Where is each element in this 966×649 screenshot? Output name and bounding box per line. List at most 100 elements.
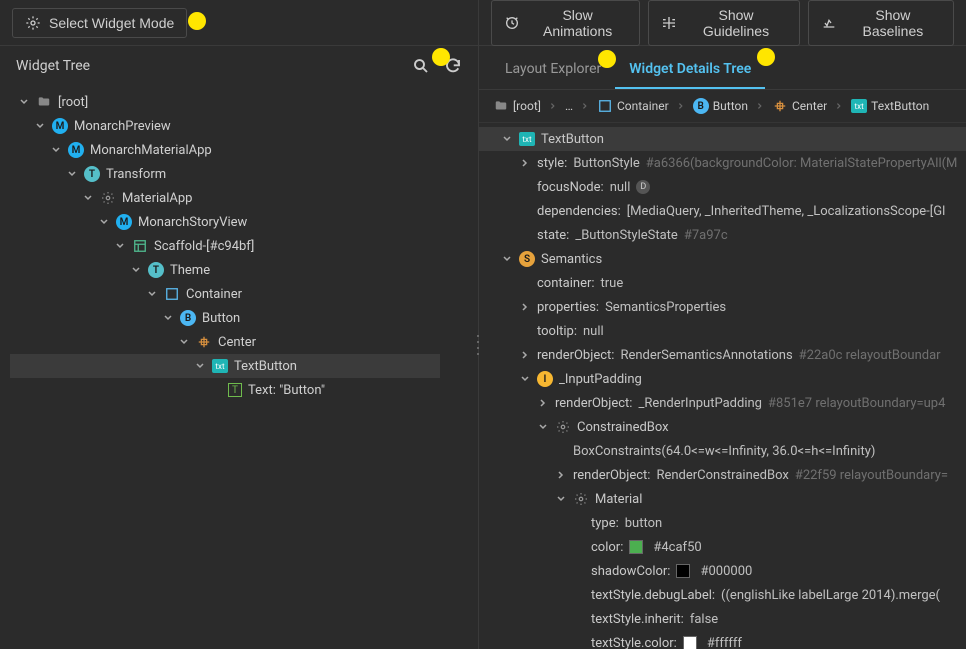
breadcrumb-item[interactable]: … — [561, 97, 577, 115]
breadcrumb-item[interactable]: BButton — [689, 96, 752, 116]
tree-label: Scaffold-[#c94bf] — [154, 239, 254, 254]
chevron-icon[interactable] — [537, 397, 549, 409]
chevron-icon[interactable] — [501, 133, 513, 145]
tree-row[interactable]: TText: "Button" — [10, 378, 478, 402]
detail-value: [MediaQuery, _InheritedTheme, _Localizat… — [627, 204, 946, 219]
chevron-down-icon[interactable] — [50, 144, 62, 156]
search-icon[interactable] — [412, 57, 430, 75]
detail-row[interactable]: SSemantics — [479, 247, 966, 271]
detail-row[interactable]: properties:SemanticsProperties — [479, 295, 966, 319]
tree-row[interactable]: txtTextButton — [10, 354, 440, 378]
detail-value: true — [601, 276, 624, 291]
chevron-icon[interactable] — [519, 349, 531, 361]
detail-row[interactable]: container:true — [479, 271, 966, 295]
detail-muted: #7a97c — [684, 228, 728, 243]
detail-value: SemanticsProperties — [605, 300, 726, 315]
detail-row[interactable]: focusNode:null D — [479, 175, 966, 199]
detail-row[interactable]: style:ButtonStyle#a6366(backgroundColor:… — [479, 151, 966, 175]
toolbar-icon — [661, 15, 677, 31]
detail-row[interactable]: textStyle.inherit:false — [479, 607, 966, 631]
tree-row[interactable]: TTransform — [10, 162, 478, 186]
detail-row[interactable]: BoxConstraints(64.0<=w<=Infinity, 36.0<=… — [479, 439, 966, 463]
chevron-down-icon[interactable] — [178, 336, 190, 348]
gear-icon — [573, 491, 589, 507]
toolbar-button[interactable]: Slow Animations — [491, 0, 640, 46]
tree-row[interactable]: TTheme — [10, 258, 478, 282]
tree-row[interactable]: Center — [10, 330, 478, 354]
detail-value: _RenderInputPadding — [638, 396, 762, 411]
detail-key: dependencies: — [537, 204, 621, 219]
target-icon — [25, 15, 41, 31]
widget-tree[interactable]: [root]MMonarchPreviewMMonarchMaterialApp… — [0, 86, 478, 649]
chevron-down-icon[interactable] — [82, 192, 94, 204]
chevron-down-icon[interactable] — [18, 96, 30, 108]
color-swatch — [676, 564, 690, 578]
tab[interactable]: Layout Explorer — [491, 51, 615, 89]
widget-details-tree[interactable]: txtTextButtonstyle:ButtonStyle#a6366(bac… — [479, 123, 966, 649]
chevron-down-icon[interactable] — [98, 216, 110, 228]
detail-row[interactable]: dependencies: [MediaQuery, _InheritedThem… — [479, 199, 966, 223]
detail-row[interactable]: tooltip:null — [479, 319, 966, 343]
tree-row[interactable]: MMonarchStoryView — [10, 210, 478, 234]
detail-row[interactable]: renderObject:RenderSemanticsAnnotations#… — [479, 343, 966, 367]
detail-row[interactable]: textStyle.color:#ffffff — [479, 631, 966, 649]
container-icon — [597, 98, 613, 114]
detail-row[interactable]: txtTextButton — [479, 127, 966, 151]
widget-badge-icon: M — [52, 118, 68, 134]
toolbar-button[interactable]: Show Baselines — [808, 0, 954, 46]
chevron-icon[interactable] — [555, 469, 567, 481]
chevron-down-icon[interactable] — [130, 264, 142, 276]
detail-row[interactable]: shadowColor:#000000 — [479, 559, 966, 583]
widget-badge-icon: B — [180, 310, 196, 326]
chevron-down-icon[interactable] — [162, 312, 174, 324]
tab[interactable]: Widget Details Tree — [615, 51, 765, 89]
breadcrumb-item[interactable]: Center — [768, 96, 831, 116]
tree-row[interactable]: MMonarchMaterialApp — [10, 138, 478, 162]
detail-row[interactable]: textStyle.debugLabel:((englishLike label… — [479, 583, 966, 607]
toolbar-button[interactable]: Show Guidelines — [648, 0, 800, 46]
detail-value: false — [690, 612, 718, 627]
detail-row[interactable]: renderObject:RenderConstrainedBox#22f59 … — [479, 463, 966, 487]
breadcrumb-item[interactable]: txtTextButton — [847, 97, 933, 115]
detail-label: TextButton — [541, 132, 604, 147]
tree-row[interactable]: Scaffold-[#c94bf] — [10, 234, 478, 258]
toolbar-label: Slow Animations — [528, 7, 627, 39]
select-widget-mode-button[interactable]: Select Widget Mode — [12, 8, 187, 38]
tree-label: Transform — [106, 167, 166, 182]
detail-row[interactable]: state:_ButtonStyleState#7a97c — [479, 223, 966, 247]
detail-key: renderObject: — [537, 348, 614, 363]
tree-row[interactable]: BButton — [10, 306, 478, 330]
chevron-icon[interactable] — [519, 157, 531, 169]
scaffold-icon — [132, 238, 148, 254]
detail-row[interactable]: renderObject:_RenderInputPadding#851e7 r… — [479, 391, 966, 415]
tree-row[interactable]: Container — [10, 282, 478, 306]
detail-row[interactable]: ConstrainedBox — [479, 415, 966, 439]
detail-row[interactable]: type:button — [479, 511, 966, 535]
detail-value: #4caf50 — [653, 540, 701, 555]
detail-row[interactable]: I_InputPadding — [479, 367, 966, 391]
detail-row[interactable]: Material — [479, 487, 966, 511]
color-swatch — [683, 636, 697, 649]
chevron-icon[interactable] — [519, 301, 531, 313]
chevron-down-icon[interactable] — [194, 360, 206, 372]
chevron-icon[interactable] — [537, 421, 549, 433]
text-icon: T — [228, 383, 242, 397]
tree-row[interactable]: [root] — [10, 90, 478, 114]
chevron-icon[interactable] — [555, 493, 567, 505]
chevron-icon[interactable] — [519, 373, 531, 385]
breadcrumb-item[interactable]: [root] — [489, 96, 545, 116]
tree-row[interactable]: MMonarchPreview — [10, 114, 478, 138]
chevron-right-icon — [677, 99, 685, 113]
tree-label: Theme — [170, 263, 210, 278]
chevron-down-icon[interactable] — [66, 168, 78, 180]
chevron-down-icon[interactable] — [146, 288, 158, 300]
panel-divider[interactable] — [475, 325, 481, 365]
chevron-down-icon[interactable] — [34, 120, 46, 132]
chevron-icon[interactable] — [501, 253, 513, 265]
detail-row[interactable]: color:#4caf50 — [479, 535, 966, 559]
chevron-down-icon[interactable] — [114, 240, 126, 252]
details-tabs: Layout ExplorerWidget Details Tree — [479, 46, 966, 90]
tree-row[interactable]: MaterialApp — [10, 186, 478, 210]
breadcrumb-item[interactable]: Container — [593, 96, 673, 116]
detail-key: textStyle.debugLabel: — [591, 588, 715, 603]
